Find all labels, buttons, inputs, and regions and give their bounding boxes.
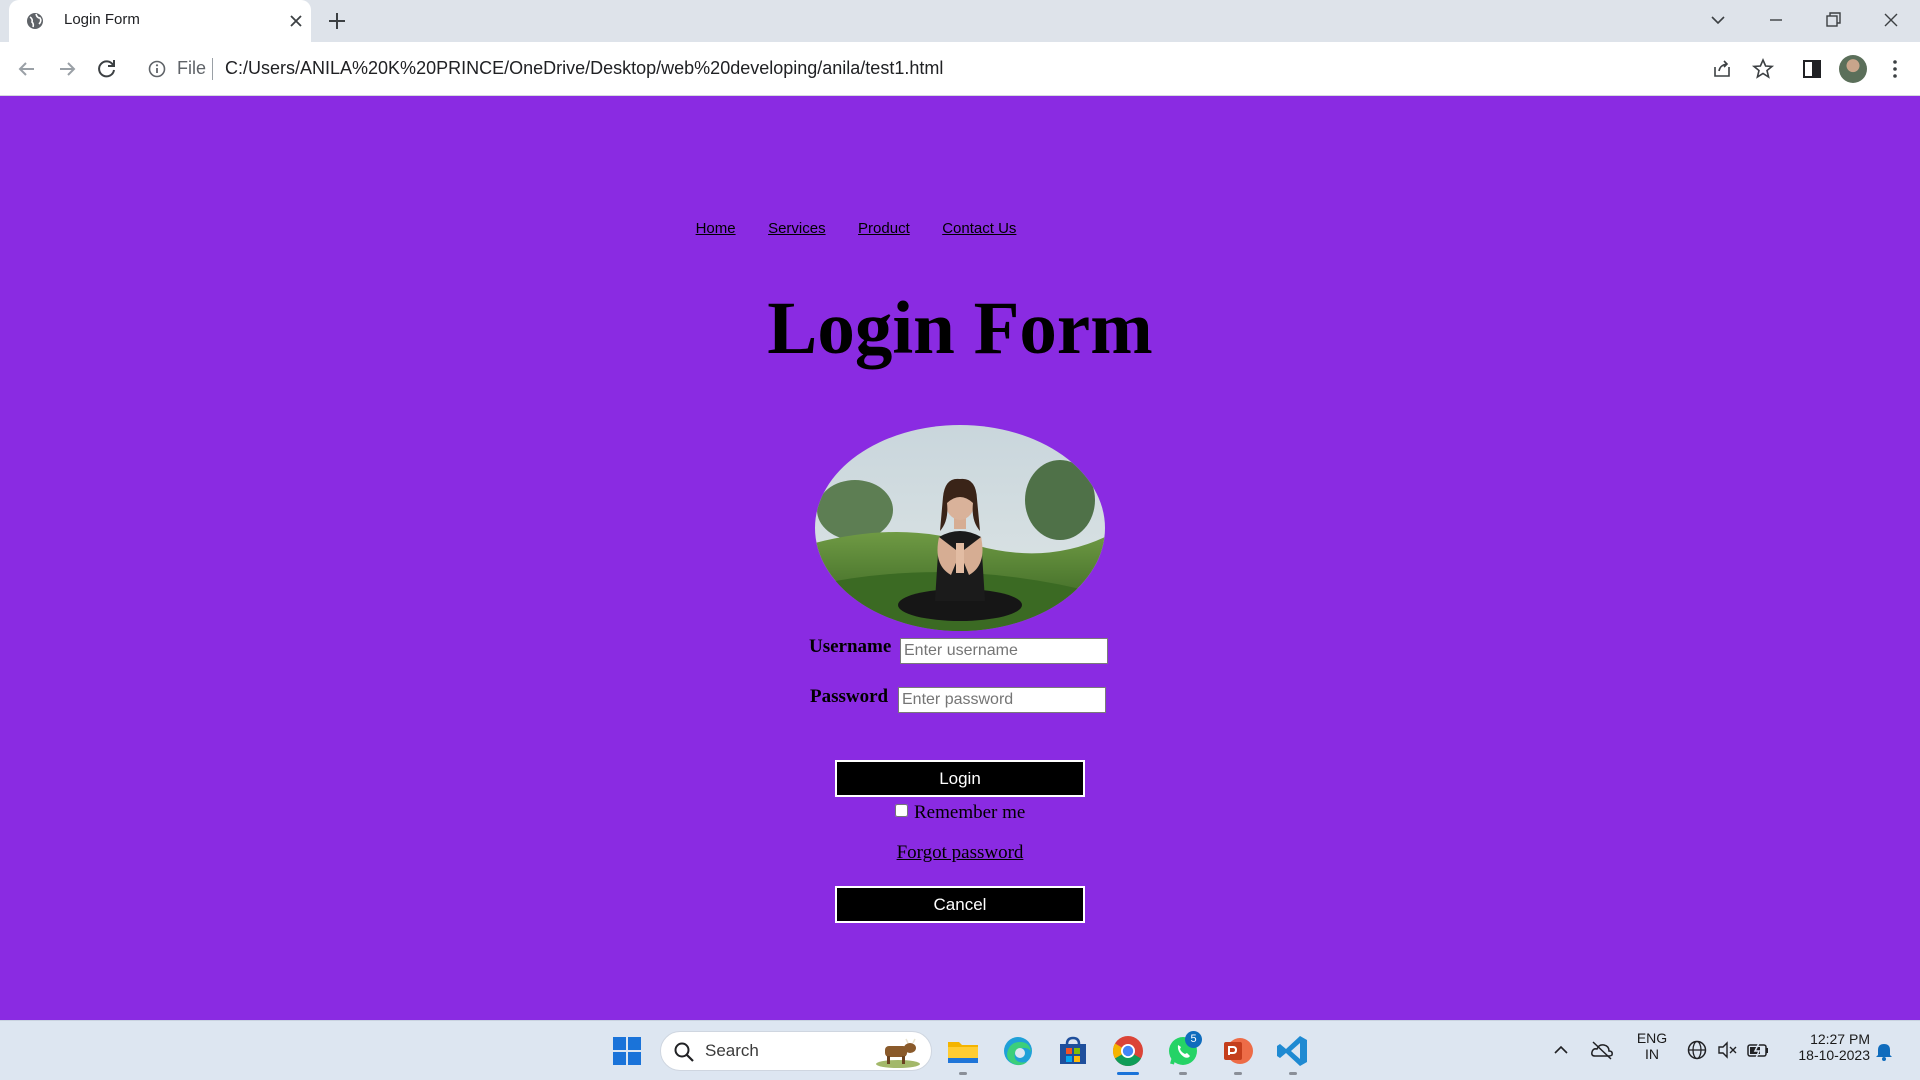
profile-avatar[interactable] — [1839, 55, 1867, 83]
close-tab-icon[interactable] — [287, 12, 305, 30]
powerpoint-running-indicator — [1234, 1072, 1242, 1075]
login-button[interactable]: Login — [835, 760, 1085, 797]
forgot-password-link[interactable]: Forgot password — [897, 842, 1024, 863]
clock-time: 12:27 PM — [1810, 1031, 1870, 1047]
notification-bell-icon[interactable] — [1874, 1040, 1894, 1062]
bookmark-star-icon[interactable] — [1751, 57, 1775, 81]
minimize-icon[interactable] — [1766, 10, 1786, 30]
clock-date: 18-10-2023 — [1798, 1047, 1870, 1063]
address-scheme-label: File — [177, 58, 207, 78]
back-icon[interactable] — [14, 56, 40, 82]
search-highlight-cow-icon — [876, 1038, 920, 1068]
address-separator — [212, 58, 213, 80]
windows-taskbar: Search 5 ENG IN 12:27 PM 18-10-2023 — [0, 1020, 1920, 1080]
nav-link-home[interactable]: Home — [696, 220, 736, 237]
language-region: IN — [1645, 1046, 1659, 1062]
nav-link-product[interactable]: Product — [858, 220, 910, 237]
chrome-active-indicator — [1117, 1072, 1139, 1075]
profile-photo — [815, 425, 1105, 631]
reload-icon[interactable] — [94, 56, 120, 82]
tab-title: Login Form — [64, 11, 140, 28]
volume-muted-icon[interactable] — [1716, 1039, 1738, 1061]
language-indicator[interactable]: ENG IN — [1632, 1030, 1672, 1062]
vscode-icon[interactable] — [1274, 1032, 1312, 1070]
password-input[interactable] — [898, 687, 1106, 713]
new-tab-icon[interactable] — [326, 10, 348, 32]
whatsapp-running-indicator — [1179, 1072, 1187, 1075]
search-icon — [674, 1042, 694, 1062]
close-window-icon[interactable] — [1881, 10, 1901, 30]
username-input[interactable] — [900, 638, 1108, 664]
meditation-photo-illustration — [815, 425, 1105, 631]
clock[interactable]: 12:27 PM 18-10-2023 — [1784, 1031, 1870, 1063]
page-body: Home Services Product Contact Us Login F… — [0, 96, 1920, 1020]
file-explorer-running-indicator — [959, 1072, 967, 1075]
battery-charging-icon[interactable] — [1746, 1039, 1770, 1061]
whatsapp-notification-badge: 5 — [1185, 1031, 1202, 1048]
nav-link-contact-us[interactable]: Contact Us — [942, 220, 1016, 237]
remember-me-label: Remember me — [914, 802, 1026, 823]
page-title: Login Form — [767, 287, 1153, 370]
edge-browser-icon[interactable] — [999, 1032, 1037, 1070]
search-placeholder: Search — [705, 1041, 759, 1060]
language-code: ENG — [1636, 1030, 1668, 1046]
onedrive-offline-icon[interactable] — [1590, 1039, 1614, 1061]
remember-me-row[interactable]: Remember me — [895, 802, 1025, 824]
globe-icon — [27, 13, 43, 29]
nav-link-services[interactable]: Services — [768, 220, 826, 237]
chrome-icon[interactable] — [1109, 1032, 1147, 1070]
tab-search-icon[interactable] — [1708, 10, 1728, 30]
taskbar-search-box[interactable]: Search — [660, 1031, 932, 1071]
side-panel-icon[interactable] — [1800, 57, 1824, 81]
network-globe-icon[interactable] — [1686, 1039, 1708, 1061]
remember-me-checkbox[interactable] — [895, 804, 908, 817]
browser-tab[interactable]: Login Form — [9, 0, 311, 42]
restore-icon[interactable] — [1823, 10, 1843, 30]
microsoft-store-icon[interactable] — [1054, 1032, 1092, 1070]
vscode-running-indicator — [1289, 1072, 1297, 1075]
username-label: Username — [809, 636, 892, 657]
top-navigation: Home Services Product Contact Us — [0, 220, 1712, 238]
cancel-button[interactable]: Cancel — [835, 886, 1085, 923]
powerpoint-icon[interactable] — [1219, 1032, 1257, 1070]
file-explorer-icon[interactable] — [944, 1032, 982, 1070]
forgot-password-row: Forgot password — [0, 842, 1920, 864]
password-label: Password — [810, 686, 889, 707]
windows-start-icon[interactable] — [608, 1032, 646, 1070]
address-url[interactable]: C:/Users/ANILA%20K%20PRINCE/OneDrive/Des… — [225, 58, 943, 79]
chevron-up-icon[interactable] — [1552, 1041, 1570, 1059]
more-menu-icon[interactable] — [1883, 57, 1907, 81]
share-icon[interactable] — [1710, 57, 1734, 81]
site-info-icon[interactable] — [148, 60, 166, 78]
browser-toolbar: File C:/Users/ANILA%20K%20PRINCE/OneDriv… — [0, 42, 1920, 96]
forward-icon[interactable] — [54, 56, 80, 82]
browser-tab-strip: Login Form — [0, 0, 1920, 42]
